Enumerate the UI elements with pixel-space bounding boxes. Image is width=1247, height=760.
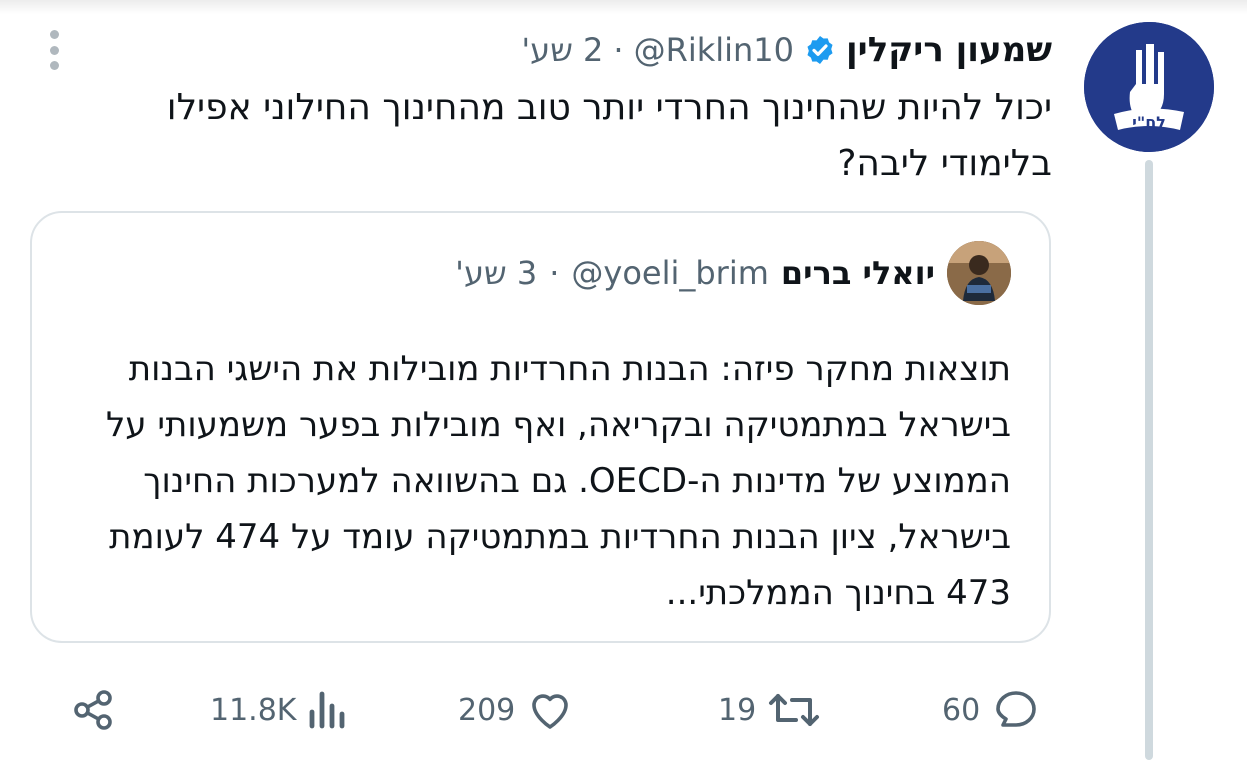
share-icon — [74, 690, 112, 730]
action-bar: 11.8K 209 19 60 — [0, 680, 1080, 744]
thread-line — [1145, 160, 1153, 760]
likes-count: 209 — [458, 692, 516, 728]
quoted-author-name[interactable]: יואלי ברים — [781, 254, 935, 292]
retweet-button[interactable]: 19 — [718, 686, 822, 734]
heart-icon — [532, 694, 569, 729]
views-icon — [310, 691, 345, 729]
retweets-count: 19 — [718, 692, 757, 728]
verified-icon — [807, 36, 833, 64]
tweet-text: יכול להיות שהחינוך החרדי יותר טוב מהחינו… — [166, 87, 1052, 184]
reply-button[interactable]: 60 — [942, 686, 1042, 734]
retweet-icon — [769, 694, 820, 726]
like-button[interactable]: 209 — [458, 686, 575, 734]
reply-icon — [996, 691, 1036, 727]
quoted-author-handle[interactable]: @yoeli_brim — [571, 254, 769, 292]
lehi-emblem-icon: לח"י — [1084, 22, 1214, 152]
replies-count: 60 — [942, 692, 981, 728]
top-strip — [0, 0, 1247, 14]
more-icon[interactable] — [44, 30, 64, 70]
tweet-time[interactable]: 2 שע' — [521, 31, 603, 69]
author-name[interactable]: שמעון ריקלין — [846, 30, 1052, 70]
quoted-tweet-card[interactable]: יואלי ברים @yoeli_brim · 3 שע' תוצאות מח… — [30, 211, 1051, 643]
quoted-tweet-text: תוצאות מחקר פיזה: הבנות החרדיות מובילות … — [105, 349, 1011, 613]
quoted-tweet-time[interactable]: 3 שע' — [455, 254, 537, 292]
avatar-badge-text: לח"י — [1132, 113, 1166, 132]
views-button[interactable]: 11.8K — [210, 686, 350, 734]
header-separator: · — [613, 31, 624, 69]
quoted-header-separator: · — [549, 254, 560, 292]
author-handle[interactable]: @Riklin10 — [634, 31, 794, 69]
tweet-header: שמעון ריקלין @Riklin10 · 2 שע' — [521, 28, 1052, 72]
author-avatar[interactable]: לח"י — [1084, 22, 1214, 152]
share-button[interactable] — [70, 686, 118, 734]
quoted-tweet-header: יואלי ברים @yoeli_brim · 3 שע' — [455, 241, 1011, 305]
views-count: 11.8K — [210, 692, 297, 728]
quoted-author-avatar — [947, 241, 1011, 305]
